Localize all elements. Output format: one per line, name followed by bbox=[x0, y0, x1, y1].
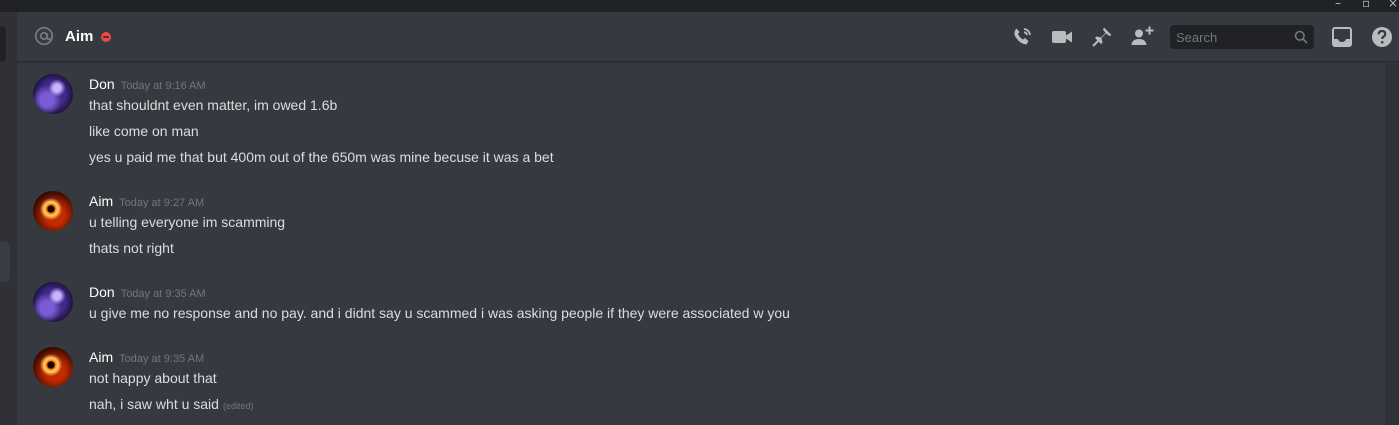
message-text: u give me no response and no pay. and i … bbox=[89, 305, 790, 321]
timestamp: Today at 9:16 AM bbox=[120, 80, 206, 92]
username[interactable]: Don bbox=[89, 284, 115, 300]
inbox-icon[interactable] bbox=[1330, 25, 1354, 49]
discord-window: – ▫ × Aim Search Don Today at 9:16 AM th… bbox=[0, 0, 1399, 425]
message-text: nah, i saw wht u said bbox=[89, 396, 219, 412]
message-text: like come on man bbox=[89, 123, 199, 139]
minimize-icon[interactable]: – bbox=[1335, 0, 1341, 10]
message-text: that shouldnt even matter, im owed 1.6b bbox=[89, 97, 338, 113]
phone-call-icon[interactable] bbox=[1010, 25, 1034, 49]
message-text-edited: nah, i saw wht u said (edited) bbox=[89, 394, 253, 416]
message-list: Don Today at 9:16 AM that shouldnt even m… bbox=[17, 62, 1385, 425]
at-icon bbox=[34, 26, 54, 46]
sidebar-edge-element bbox=[0, 26, 6, 62]
avatar[interactable] bbox=[33, 74, 73, 114]
help-icon[interactable] bbox=[1370, 25, 1394, 49]
sidebar-edge-element bbox=[0, 242, 10, 282]
channel-header: Aim bbox=[17, 12, 1399, 62]
message-header: Don Today at 9:16 AM bbox=[89, 74, 206, 94]
timestamp: Today at 9:35 AM bbox=[120, 288, 206, 300]
search-input[interactable] bbox=[1170, 25, 1294, 49]
username[interactable]: Aim bbox=[89, 349, 113, 365]
dnd-status-icon bbox=[101, 32, 111, 42]
edited-label: (edited) bbox=[222, 401, 254, 411]
search-bar[interactable] bbox=[1170, 25, 1314, 49]
avatar[interactable] bbox=[33, 282, 73, 322]
scrollbar-track[interactable] bbox=[1385, 62, 1399, 425]
recipient-name: Aim bbox=[65, 28, 94, 45]
avatar[interactable] bbox=[33, 347, 73, 387]
message-header: Aim Today at 9:27 AM bbox=[89, 191, 204, 211]
message-text: yes u paid me that but 400m out of the 6… bbox=[89, 149, 554, 165]
maximize-icon[interactable]: ▫ bbox=[1362, 0, 1370, 10]
username[interactable]: Don bbox=[89, 76, 115, 92]
username[interactable]: Aim bbox=[89, 193, 113, 209]
message-text: thats not right bbox=[89, 240, 174, 256]
search-icon[interactable] bbox=[1294, 30, 1308, 44]
video-camera-icon[interactable] bbox=[1050, 25, 1074, 49]
add-friend-icon[interactable] bbox=[1130, 25, 1154, 49]
timestamp: Today at 9:35 AM bbox=[119, 353, 205, 365]
message-text: not happy about that bbox=[89, 370, 217, 386]
message-header: Don Today at 9:35 AM bbox=[89, 282, 206, 302]
message-header: Aim Today at 9:35 AM bbox=[89, 347, 204, 367]
close-icon[interactable]: × bbox=[1388, 0, 1398, 10]
timestamp: Today at 9:27 AM bbox=[119, 197, 205, 209]
avatar[interactable] bbox=[33, 191, 73, 231]
pin-icon[interactable] bbox=[1090, 25, 1114, 49]
title-bar: – ▫ × bbox=[0, 0, 1399, 12]
channel-sidebar-edge bbox=[0, 12, 17, 425]
message-text: u telling everyone im scamming bbox=[89, 214, 286, 230]
